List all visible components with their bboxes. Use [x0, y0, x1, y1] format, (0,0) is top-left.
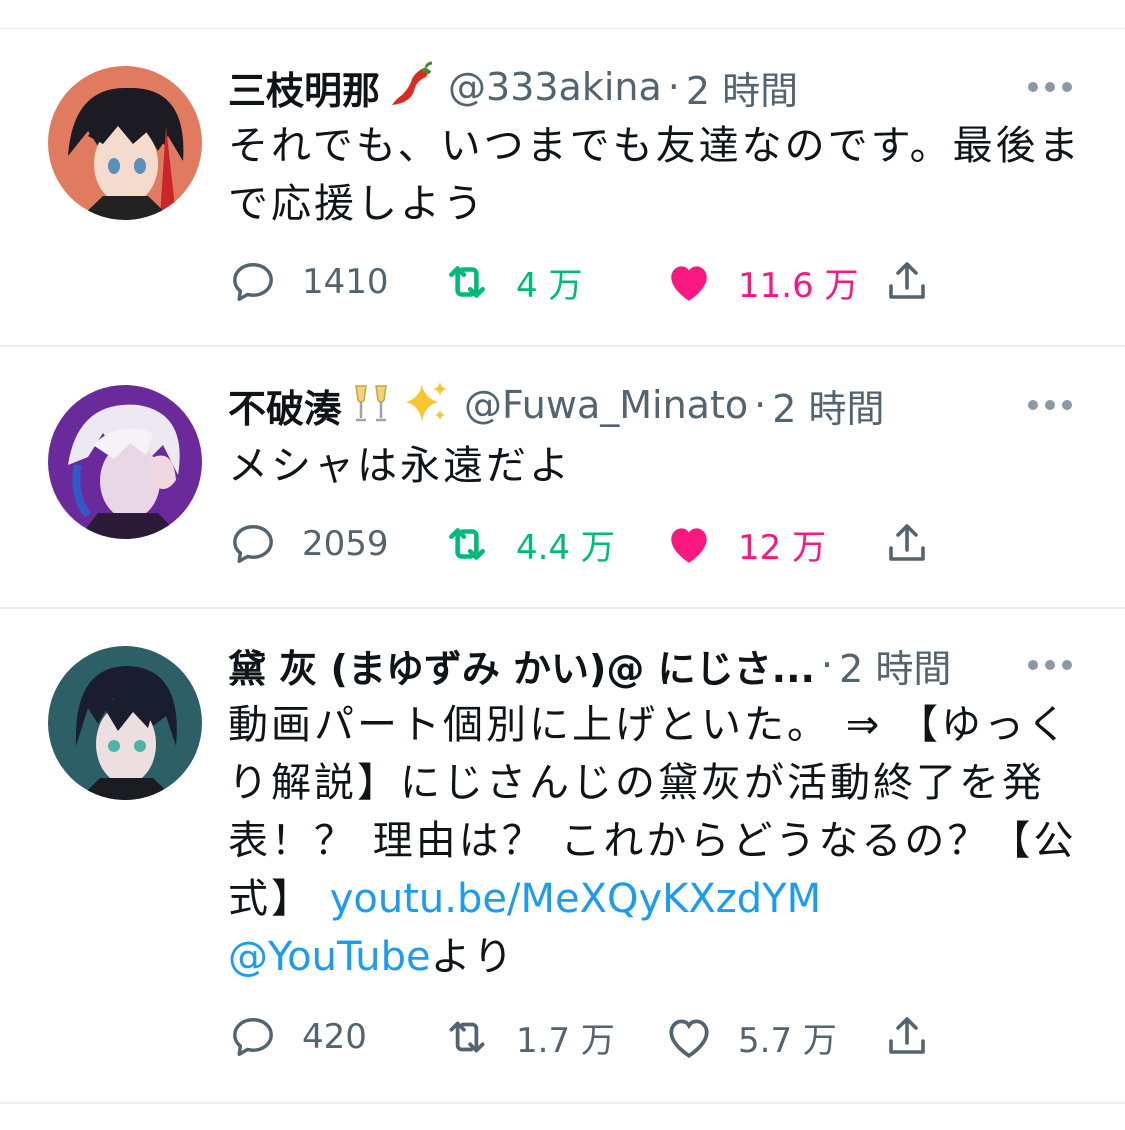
- retweet-count: 1.7 万: [516, 1020, 615, 1061]
- heart-icon: [664, 519, 714, 569]
- reply-count: 420: [302, 1017, 367, 1057]
- timestamp[interactable]: 2 時間: [772, 378, 884, 433]
- username-handle[interactable]: @333akina: [448, 65, 662, 109]
- mention-link[interactable]: @YouTube: [228, 934, 431, 980]
- share-button[interactable]: [882, 514, 932, 574]
- tweet-text: 動画パート個別に上げといた。 ⇒ 【ゆっくり解説】にじさんじの黛灰が活動終了を発…: [228, 696, 1088, 986]
- display-name[interactable]: 三枝明那: [228, 60, 380, 115]
- share-upload-icon: [882, 257, 932, 307]
- heart-icon: [664, 1012, 714, 1062]
- heart-icon: [664, 257, 714, 307]
- reply-count: 2059: [302, 524, 389, 564]
- speech-bubble-icon: [228, 1012, 278, 1062]
- share-button[interactable]: [882, 1007, 932, 1067]
- retweet-count: 4 万: [516, 265, 583, 306]
- like-count: 5.7 万: [738, 1020, 837, 1061]
- action-bar: 1410 4 万 11.6 万: [228, 252, 948, 312]
- separator: ·: [820, 643, 834, 687]
- tweet-3[interactable]: 黛 灰 (まゆずみ かい)@ にじさ... · 2 時間 動画パート個別に上げと…: [0, 609, 1125, 1104]
- timestamp[interactable]: 2 時間: [686, 60, 798, 115]
- retweet-button[interactable]: 4 万: [442, 252, 582, 312]
- avatar[interactable]: [48, 385, 202, 539]
- tweet-text: メシャは永遠だよ: [228, 443, 572, 489]
- share-upload-icon: [882, 519, 932, 569]
- like-count: 12 万: [738, 527, 827, 568]
- username-handle[interactable]: @Fuwa_Minato: [464, 383, 748, 427]
- reply-button[interactable]: 2059: [228, 514, 389, 574]
- tweet-header: 三枝明那 @333akina · 2 時間: [228, 57, 798, 117]
- retweet-arrows-icon: [442, 519, 492, 569]
- display-name[interactable]: 不破湊: [228, 378, 342, 433]
- avatar[interactable]: [48, 646, 202, 800]
- tweet-divider: [0, 1102, 1125, 1104]
- speech-bubble-icon: [228, 519, 278, 569]
- like-button[interactable]: 5.7 万: [664, 1007, 837, 1067]
- like-button[interactable]: 11.6 万: [664, 252, 859, 312]
- avatar[interactable]: [48, 66, 202, 220]
- speech-bubble-icon: [228, 257, 278, 307]
- retweet-button[interactable]: 1.7 万: [442, 1007, 615, 1067]
- share-button[interactable]: [882, 252, 932, 312]
- champagne-glasses-icon: [348, 380, 394, 430]
- more-dots-icon[interactable]: [1028, 659, 1072, 671]
- tweet-2[interactable]: 不破湊 @Fuwa_Minato · 2 時間 メシャは永遠だよ 2059 4.…: [0, 347, 1125, 609]
- tweet-header: 不破湊 @Fuwa_Minato · 2 時間: [228, 375, 884, 435]
- video-link[interactable]: youtu.be/MeXQyKXzdYM: [330, 876, 821, 922]
- reply-button[interactable]: 1410: [228, 252, 389, 312]
- action-bar: 420 1.7 万 5.7 万: [228, 1007, 948, 1067]
- tweet-1[interactable]: 三枝明那 @333akina · 2 時間 それでも、いつまでも友達なのです。最…: [0, 29, 1125, 347]
- retweet-button[interactable]: 4.4 万: [442, 514, 615, 574]
- tweet-text-suffix: より: [430, 934, 516, 980]
- separator: ·: [754, 383, 767, 427]
- separator: ·: [667, 65, 680, 109]
- tweet-text: それでも、いつまでも友達なのです。最後まで応援しよう: [228, 123, 1082, 227]
- retweet-arrows-icon: [442, 1012, 492, 1062]
- like-button[interactable]: 12 万: [664, 514, 826, 574]
- more-dots-icon[interactable]: [1028, 81, 1072, 93]
- sparkles-icon: [400, 378, 450, 432]
- chili-pepper-icon: [386, 61, 434, 113]
- tweet-header: 黛 灰 (まゆずみ かい)@ にじさ... · 2 時間: [228, 635, 951, 695]
- reply-count: 1410: [302, 262, 389, 302]
- retweet-count: 4.4 万: [516, 527, 615, 568]
- reply-button[interactable]: 420: [228, 1007, 367, 1067]
- action-bar: 2059 4.4 万 12 万: [228, 514, 948, 574]
- like-count: 11.6 万: [738, 265, 859, 306]
- display-name[interactable]: 黛 灰 (まゆずみ かい)@ にじさ...: [228, 638, 815, 693]
- retweet-arrows-icon: [442, 257, 492, 307]
- share-upload-icon: [882, 1012, 932, 1062]
- timestamp[interactable]: 2 時間: [839, 638, 951, 693]
- more-dots-icon[interactable]: [1028, 399, 1072, 411]
